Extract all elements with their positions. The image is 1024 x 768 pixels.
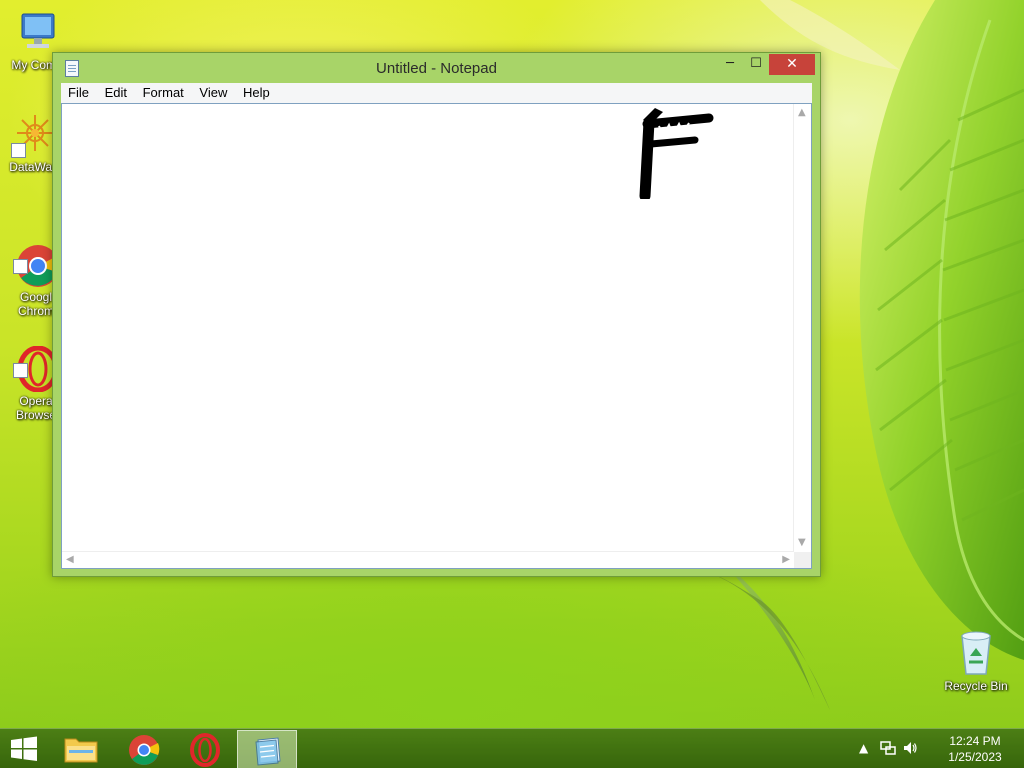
clock-date: 1/25/2023 xyxy=(948,750,1002,764)
system-tray: ▲ 12:24 PM 1/25/2023 xyxy=(854,729,1024,768)
folder-icon xyxy=(64,738,98,763)
editor-frame: ▲ ▼ ◀ ▶ xyxy=(61,103,812,569)
horizontal-scrollbar[interactable]: ◀ ▶ xyxy=(62,551,794,568)
clock-time: 12:24 PM xyxy=(949,734,1001,748)
desktop: My Comp DataWag Googl Chrom Opera Browse… xyxy=(0,0,1024,768)
menu-edit[interactable]: Edit xyxy=(100,83,132,103)
start-button[interactable] xyxy=(0,729,48,768)
recycle-bin-icon xyxy=(961,631,991,675)
notepad-icon xyxy=(255,737,281,766)
show-hidden-icons-button[interactable]: ▲ xyxy=(859,740,868,756)
menu-help[interactable]: Help xyxy=(238,83,275,103)
menu-view[interactable]: View xyxy=(194,83,232,103)
scroll-left-arrow-icon[interactable]: ◀ xyxy=(66,554,74,566)
close-button[interactable]: ✕ xyxy=(769,54,815,75)
taskbar-notepad[interactable] xyxy=(237,730,297,768)
datawag-icon xyxy=(11,112,57,158)
shortcut-arrow-icon xyxy=(13,259,28,274)
menu-format[interactable]: Format xyxy=(138,83,189,103)
shortcut-arrow-icon xyxy=(11,143,26,158)
minimize-button[interactable]: ─ xyxy=(717,54,743,75)
menu-file[interactable]: File xyxy=(63,83,94,103)
volume-icon[interactable] xyxy=(902,740,918,760)
hand-drawn-f-mark xyxy=(639,108,714,199)
desktop-icon-label: Recycle Bin xyxy=(944,679,1008,693)
scroll-up-arrow-icon[interactable]: ▲ xyxy=(798,107,806,119)
opera-icon xyxy=(190,733,220,767)
network-icon[interactable] xyxy=(880,740,896,760)
scroll-down-arrow-icon[interactable]: ▼ xyxy=(798,537,806,549)
desktop-icon-recycle-bin[interactable]: Recycle Bin xyxy=(938,630,1014,693)
vertical-scrollbar[interactable]: ▲ ▼ xyxy=(793,104,811,552)
resize-grip[interactable] xyxy=(794,552,811,568)
windows-logo-icon xyxy=(11,736,37,761)
menu-bar: File Edit Format View Help xyxy=(61,83,812,103)
taskbar: ▲ 12:24 PM 1/25/2023 xyxy=(0,728,1024,768)
notepad-window[interactable]: Untitled - Notepad ─ ☐ ✕ File Edit Forma… xyxy=(52,52,821,577)
maximize-button[interactable]: ☐ xyxy=(743,54,769,75)
scroll-right-arrow-icon[interactable]: ▶ xyxy=(782,554,790,566)
clock[interactable]: 12:24 PM 1/25/2023 xyxy=(940,733,1010,765)
chrome-icon xyxy=(129,735,160,765)
title-bar[interactable]: Untitled - Notepad ─ ☐ ✕ xyxy=(53,53,820,83)
shortcut-arrow-icon xyxy=(13,363,28,378)
computer-icon xyxy=(14,10,60,56)
taskbar-file-explorer[interactable] xyxy=(52,730,110,768)
window-title: Untitled - Notepad xyxy=(376,60,497,77)
taskbar-opera[interactable] xyxy=(176,730,234,768)
taskbar-google-chrome[interactable] xyxy=(114,730,172,768)
